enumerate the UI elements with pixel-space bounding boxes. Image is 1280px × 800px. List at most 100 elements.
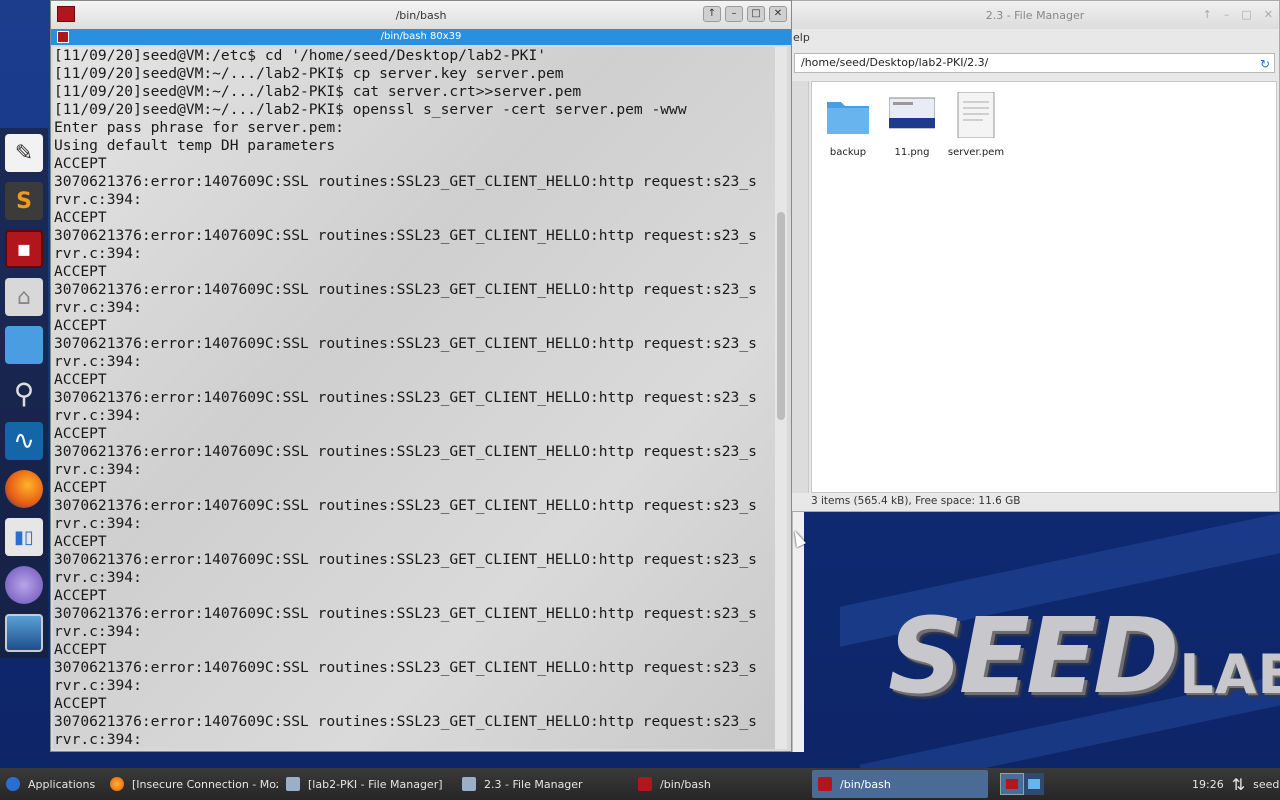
- dock-firefox[interactable]: [2, 466, 46, 512]
- logo-big-text: SEED: [888, 595, 1179, 717]
- terminal-line: rvr.c:394:: [54, 515, 142, 532]
- terminal-line: ACCEPT: [54, 533, 107, 550]
- terminal-line: 3070621376:error:1407609C:SSL routines:S…: [54, 389, 757, 406]
- file-manager-title: 2.3 - File Manager: [985, 8, 1085, 22]
- task-file-manager-2-3[interactable]: 2.3 - File Manager: [456, 770, 632, 798]
- reload-icon[interactable]: ↻: [1260, 55, 1270, 73]
- terminal-line: 3070621376:error:1407609C:SSL routines:S…: [54, 713, 757, 730]
- menu-help[interactable]: elp: [793, 31, 810, 44]
- terminal-line: rvr.c:394:: [54, 353, 142, 370]
- dock-terminal[interactable]: ▪: [2, 226, 46, 272]
- user-name[interactable]: seed: [1253, 778, 1279, 791]
- terminal-line: 3070621376:error:1407609C:SSL routines:S…: [54, 281, 757, 298]
- terminal-line: ACCEPT: [54, 425, 107, 442]
- dock-desktop[interactable]: [2, 610, 46, 656]
- terminal-app-icon[interactable]: [57, 6, 75, 22]
- launcher-dock: ✎ S ▪ ⌂ ⚲ ∿ ▮▯: [0, 128, 48, 658]
- terminal-line: ACCEPT: [54, 263, 107, 280]
- document-icon: [957, 91, 995, 139]
- terminal-line: 3070621376:error:1407609C:SSL routines:S…: [54, 173, 757, 190]
- workspace-2[interactable]: [1024, 773, 1044, 795]
- terminal-line: 3070621376:error:1407609C:SSL routines:S…: [54, 443, 757, 460]
- dock-search[interactable]: ⚲: [2, 370, 46, 416]
- terminal-line: rvr.c:394:: [54, 731, 142, 748]
- minimize-icon[interactable]: –: [1224, 8, 1230, 21]
- maximize-icon[interactable]: □: [747, 6, 765, 22]
- minimize-icon[interactable]: –: [725, 6, 743, 22]
- file-manager-window: 2.3 - File Manager ↑ – □ ✕ elp /home/see…: [790, 0, 1280, 512]
- terminal-line: rvr.c:394:: [54, 623, 142, 640]
- terminal-line: 3070621376:error:1407609C:SSL routines:S…: [54, 335, 757, 352]
- desktop-icon: [5, 614, 43, 652]
- close-icon[interactable]: ✕: [769, 6, 787, 22]
- network-arrows-icon[interactable]: ⇅: [1232, 775, 1245, 794]
- side-pane[interactable]: [791, 81, 809, 493]
- scrollbar[interactable]: [775, 47, 787, 749]
- terminal-edge: [792, 512, 804, 752]
- dock-sublime[interactable]: S: [2, 178, 46, 224]
- task-firefox[interactable]: [Insecure Connection - Moz...: [104, 770, 278, 798]
- applications-menu[interactable]: Applications: [0, 770, 100, 798]
- terminal-titlebar[interactable]: /bin/bash ↑ – □ ✕: [51, 1, 791, 29]
- sublime-icon: S: [5, 182, 43, 220]
- terminal-line: ACCEPT: [54, 695, 107, 712]
- path-field[interactable]: /home/seed/Desktop/lab2-PKI/2.3/ ↻: [794, 53, 1275, 73]
- close-icon[interactable]: ✕: [1264, 8, 1273, 21]
- task-terminal-2[interactable]: /bin/bash: [812, 770, 988, 798]
- terminal-line: ACCEPT: [54, 587, 107, 604]
- terminal-line: rvr.c:394:: [54, 299, 142, 316]
- dock-network[interactable]: [2, 562, 46, 608]
- home-folder-icon: ⌂: [5, 278, 43, 316]
- terminal-line: Enter pass phrase for server.pem:: [54, 119, 344, 136]
- folder-icon: [462, 777, 476, 791]
- terminal-line: 3070621376:error:1407609C:SSL routines:S…: [54, 659, 757, 676]
- file-item-image[interactable]: 11.png: [882, 92, 942, 158]
- terminal-title: /bin/bash: [395, 8, 447, 22]
- terminal-line: rvr.c:394:: [54, 569, 142, 586]
- maximize-icon[interactable]: □: [1241, 8, 1251, 21]
- terminal-icon: [1006, 779, 1018, 789]
- dock-settings[interactable]: ▮▯: [2, 514, 46, 560]
- terminal-line: ACCEPT: [54, 479, 107, 496]
- terminal-tab[interactable]: /bin/bash 80x39: [51, 29, 791, 45]
- file-manager-titlebar[interactable]: 2.3 - File Manager ↑ – □ ✕: [791, 1, 1279, 29]
- file-item-document[interactable]: server.pem: [946, 91, 1006, 158]
- dock-home-folder[interactable]: ⌂: [2, 274, 46, 320]
- terminal-icon: ▪: [5, 230, 43, 268]
- terminal-line: 3070621376:error:1407609C:SSL routines:S…: [54, 227, 757, 244]
- terminal-line: Using default temp DH parameters: [54, 137, 336, 154]
- dock-text-editor[interactable]: ✎: [2, 130, 46, 176]
- task-file-manager-lab2[interactable]: [lab2-PKI - File Manager]: [280, 770, 456, 798]
- seed-labs-logo: SEED LABS: [888, 598, 1280, 708]
- terminal-line: ACCEPT: [54, 371, 107, 388]
- logo-small-text: LABS: [1179, 643, 1280, 706]
- terminal-line: ACCEPT: [54, 641, 107, 658]
- applications-label: Applications: [28, 777, 96, 791]
- text-editor-icon: ✎: [5, 134, 43, 172]
- task-label: [Insecure Connection - Moz...: [132, 777, 278, 791]
- firefox-icon: [110, 777, 124, 791]
- terminal-icon: [818, 777, 832, 791]
- clock[interactable]: 19:26: [1192, 778, 1224, 791]
- terminal-line: rvr.c:394:: [54, 191, 142, 208]
- workspace-1[interactable]: [1000, 773, 1024, 795]
- task-label: /bin/bash: [840, 777, 891, 791]
- task-label: [lab2-PKI - File Manager]: [308, 777, 443, 791]
- file-name: 11.png: [894, 147, 930, 158]
- terminal-output[interactable]: [11/09/20]seed@VM:/etc$ cd '/home/seed/D…: [53, 47, 775, 749]
- scrollbar-thumb[interactable]: [777, 212, 785, 420]
- dock-wireshark[interactable]: ∿: [2, 418, 46, 464]
- stick-icon[interactable]: ↑: [703, 6, 721, 22]
- file-view[interactable]: backup 11.png server.pem: [811, 81, 1277, 493]
- dock-folder[interactable]: [2, 322, 46, 368]
- file-item-folder[interactable]: backup: [818, 92, 878, 158]
- terminal-line: 3070621376:error:1407609C:SSL routines:S…: [54, 551, 757, 568]
- applications-icon: [6, 777, 20, 791]
- task-terminal-1[interactable]: /bin/bash: [632, 770, 808, 798]
- settings-icon: ▮▯: [5, 518, 43, 556]
- terminal-line: rvr.c:394:: [54, 461, 142, 478]
- terminal-line: ACCEPT: [54, 317, 107, 334]
- workspace-switcher[interactable]: [1000, 768, 1044, 800]
- stick-icon[interactable]: ↑: [1203, 8, 1212, 21]
- task-label: 2.3 - File Manager: [484, 777, 583, 791]
